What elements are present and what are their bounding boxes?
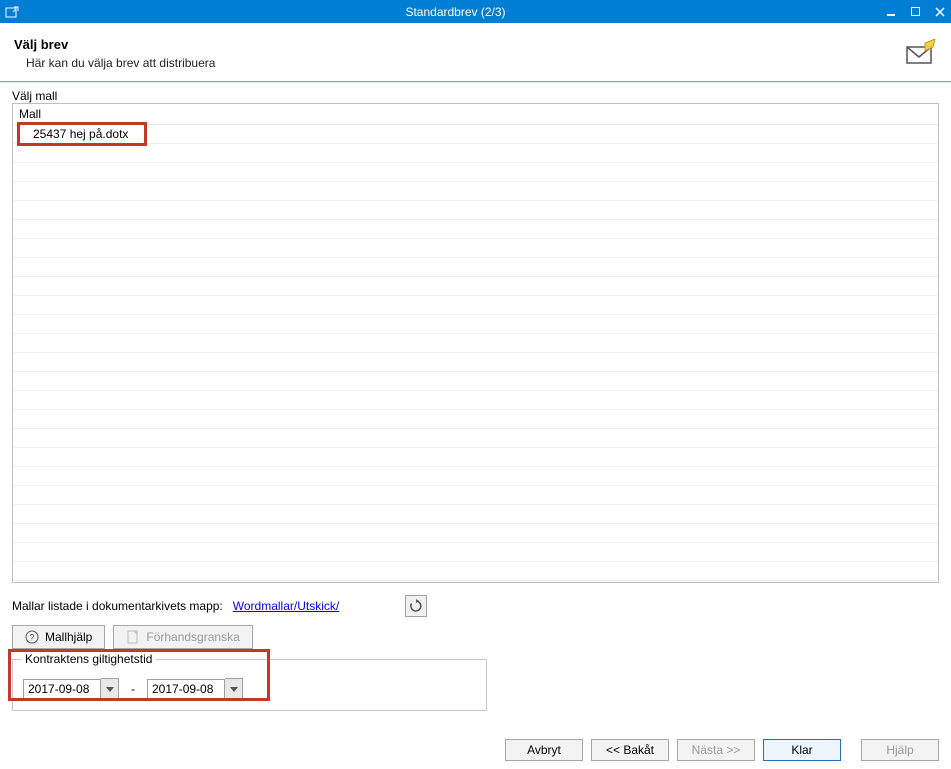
table-row[interactable] (13, 353, 938, 372)
list-section-label: Välj mall (12, 89, 939, 103)
preview-button: Förhandsgranska (113, 625, 252, 649)
preview-label: Förhandsgranska (146, 630, 239, 644)
validity-from-input[interactable] (23, 679, 101, 699)
table-row[interactable] (13, 486, 938, 505)
path-prefix: Mallar listade i dokumentarkivets mapp: (12, 599, 223, 613)
app-icon (4, 4, 20, 20)
validity-from-dropdown[interactable] (101, 678, 119, 700)
wizard-header: Välj brev Här kan du välja brev att dist… (12, 23, 939, 81)
cancel-button[interactable]: Avbryt (505, 739, 583, 761)
window-title: Standardbrev (2/3) (26, 5, 885, 19)
table-row[interactable] (13, 391, 938, 410)
table-row[interactable] (13, 277, 938, 296)
template-list[interactable]: Mall 25437 hej på.dotx (12, 103, 939, 583)
help-icon: ? (25, 630, 39, 644)
table-row[interactable] (13, 429, 938, 448)
validity-to-dropdown[interactable] (225, 678, 243, 700)
titlebar: Standardbrev (2/3) (0, 0, 951, 23)
header-divider (0, 81, 951, 83)
table-row[interactable] (13, 543, 938, 562)
maximize-button[interactable] (909, 5, 923, 19)
date-range-separator: - (127, 682, 139, 696)
table-row[interactable] (13, 315, 938, 334)
help-button: Hjälp (861, 739, 939, 761)
validity-to-input[interactable] (147, 679, 225, 699)
wizard-footer: Avbryt << Bakåt Nästa >> Klar Hjälp (505, 739, 939, 761)
table-row[interactable] (13, 220, 938, 239)
table-row[interactable] (13, 410, 938, 429)
table-row[interactable] (13, 372, 938, 391)
envelope-edit-icon (905, 39, 937, 71)
table-row[interactable] (13, 524, 938, 543)
finish-button[interactable]: Klar (763, 739, 841, 761)
template-list-header[interactable]: Mall (13, 104, 938, 125)
table-row[interactable] (13, 163, 938, 182)
table-row[interactable] (13, 467, 938, 486)
validity-legend: Kontraktens giltighetstid (21, 652, 156, 666)
page-subtitle: Här kan du välja brev att distribuera (26, 56, 905, 70)
minimize-button[interactable] (885, 5, 899, 19)
validity-fieldset: Kontraktens giltighetstid - (12, 659, 487, 711)
template-help-button[interactable]: ? Mallhjälp (12, 625, 105, 649)
table-row[interactable] (13, 201, 938, 220)
back-button[interactable]: << Bakåt (591, 739, 669, 761)
table-row[interactable] (13, 239, 938, 258)
table-row[interactable] (13, 258, 938, 277)
svg-text:?: ? (29, 633, 34, 643)
refresh-button[interactable] (405, 595, 427, 617)
table-row[interactable] (13, 562, 938, 581)
table-row[interactable] (13, 505, 938, 524)
table-row[interactable] (13, 296, 938, 315)
path-link[interactable]: Wordmallar/Utskick/ (233, 599, 339, 613)
page-title: Välj brev (14, 37, 905, 52)
table-row[interactable]: 25437 hej på.dotx (13, 125, 938, 144)
document-icon (126, 630, 140, 644)
next-button: Nästa >> (677, 739, 755, 761)
table-row[interactable] (13, 448, 938, 467)
table-row[interactable] (13, 182, 938, 201)
template-help-label: Mallhjälp (45, 630, 92, 644)
table-row[interactable] (13, 144, 938, 163)
table-row[interactable] (13, 334, 938, 353)
close-button[interactable] (933, 5, 947, 19)
